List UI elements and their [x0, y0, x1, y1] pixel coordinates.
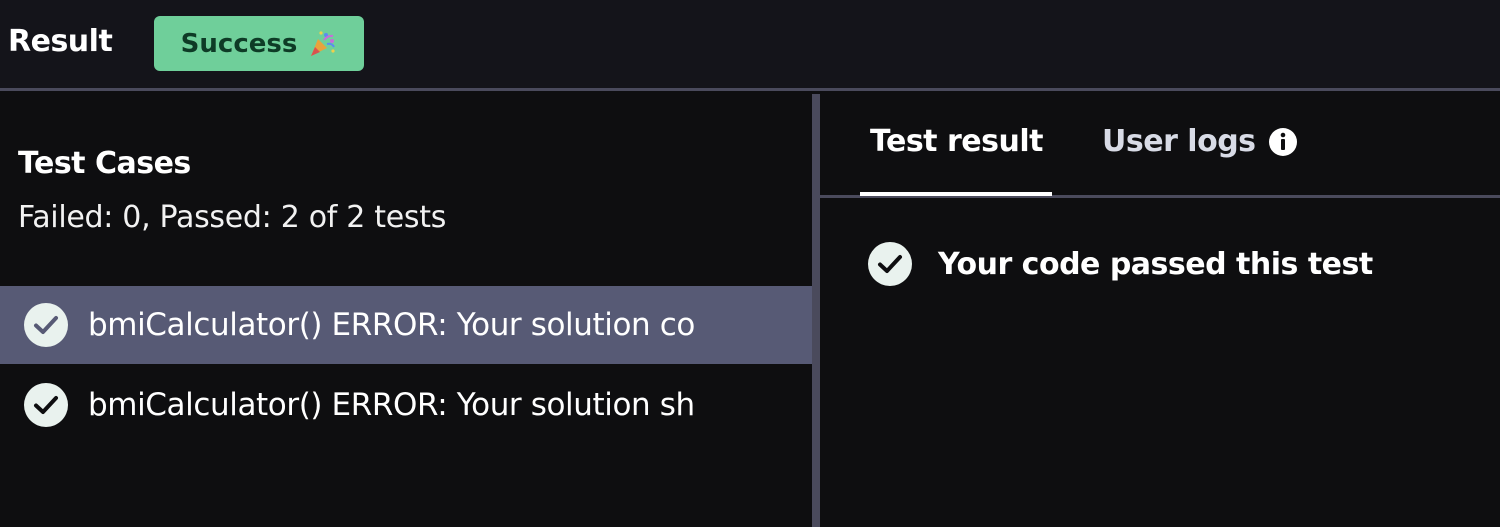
status-badge: Success	[154, 16, 364, 71]
text-fade	[782, 286, 812, 364]
test-details-panel: Test result User logs Your code passed t…	[820, 94, 1500, 527]
info-icon[interactable]	[1268, 127, 1298, 157]
details-tabs: Test result User logs	[820, 94, 1500, 198]
test-cases-summary: Failed: 0, Passed: 2 of 2 tests	[18, 200, 447, 235]
tab-user-logs-label: User logs	[1102, 124, 1256, 159]
check-circle-icon	[24, 303, 68, 347]
status-badge-label: Success	[180, 28, 298, 59]
tab-test-result-label: Test result	[870, 124, 1043, 159]
tab-user-logs[interactable]: User logs	[1102, 124, 1298, 159]
active-tab-indicator	[860, 192, 1052, 196]
test-cases-panel: Test Cases Failed: 0, Passed: 2 of 2 tes…	[0, 94, 812, 527]
tab-test-result[interactable]: Test result	[870, 124, 1043, 159]
test-case-row-2[interactable]: bmiCalculator() ERROR: Your solution sh	[0, 366, 812, 444]
test-cases-title: Test Cases	[18, 146, 191, 181]
test-result-message: Your code passed this test	[866, 240, 1373, 288]
result-title: Result	[8, 24, 113, 59]
check-circle-icon	[868, 242, 912, 286]
party-popper-icon	[311, 30, 336, 56]
result-message-text: Your code passed this test	[938, 246, 1373, 282]
test-case-row-1[interactable]: bmiCalculator() ERROR: Your solution co	[0, 286, 812, 364]
check-circle-icon	[24, 383, 68, 427]
panel-resize-handle[interactable]	[812, 94, 820, 527]
text-fade	[782, 366, 812, 444]
test-case-label: bmiCalculator() ERROR: Your solution sh	[88, 387, 695, 423]
result-header: Result Success	[0, 0, 1500, 91]
test-case-label: bmiCalculator() ERROR: Your solution co	[88, 307, 695, 343]
